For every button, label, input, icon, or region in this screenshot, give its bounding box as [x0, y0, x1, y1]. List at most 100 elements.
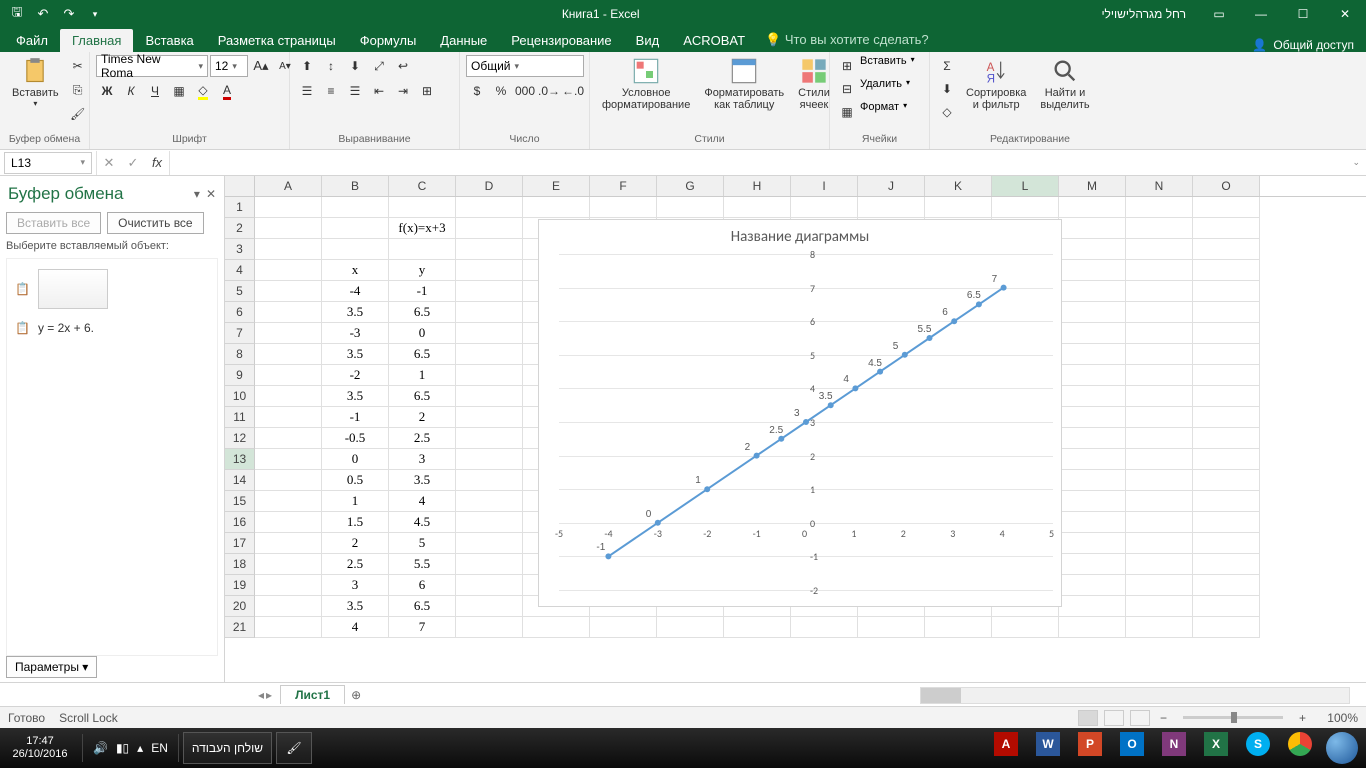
- clear-button[interactable]: ◇: [936, 101, 958, 123]
- cell[interactable]: [255, 596, 322, 617]
- border-button[interactable]: ▦: [168, 80, 190, 102]
- cell[interactable]: 6.5: [389, 596, 456, 617]
- cell[interactable]: [255, 533, 322, 554]
- row-header[interactable]: 14: [225, 470, 255, 491]
- cell[interactable]: [255, 218, 322, 239]
- cell[interactable]: 2.5: [322, 554, 389, 575]
- cell[interactable]: 0: [322, 449, 389, 470]
- cell[interactable]: [1059, 260, 1126, 281]
- cell[interactable]: 0: [389, 323, 456, 344]
- cell[interactable]: f(x)=x+3: [389, 218, 456, 239]
- cut-button[interactable]: ✂: [67, 55, 89, 77]
- cell[interactable]: [1126, 428, 1193, 449]
- cell[interactable]: [1126, 260, 1193, 281]
- redo-icon[interactable]: ↷: [58, 3, 80, 25]
- align-top-button[interactable]: ⬆: [296, 55, 318, 77]
- tab-data[interactable]: Данные: [428, 29, 499, 52]
- conditional-format-button[interactable]: Условное форматирование: [596, 55, 696, 113]
- row-header[interactable]: 11: [225, 407, 255, 428]
- sheet-tab-active[interactable]: Лист1: [280, 685, 345, 704]
- tab-review[interactable]: Рецензирование: [499, 29, 623, 52]
- cell[interactable]: [456, 386, 523, 407]
- align-right-button[interactable]: ☰: [344, 80, 366, 102]
- start-button[interactable]: [1322, 728, 1362, 768]
- cell[interactable]: 0.5: [322, 470, 389, 491]
- cell[interactable]: [255, 575, 322, 596]
- cell[interactable]: [456, 512, 523, 533]
- row-header[interactable]: 9: [225, 365, 255, 386]
- cell[interactable]: [1126, 512, 1193, 533]
- cell[interactable]: [255, 281, 322, 302]
- undo-icon[interactable]: ↶: [32, 3, 54, 25]
- cell[interactable]: [1059, 365, 1126, 386]
- cell[interactable]: [1059, 617, 1126, 638]
- cell[interactable]: [456, 617, 523, 638]
- row-header[interactable]: 19: [225, 575, 255, 596]
- fx-button[interactable]: fx: [145, 151, 169, 175]
- row-header[interactable]: 15: [225, 491, 255, 512]
- column-header[interactable]: D: [456, 176, 523, 196]
- cell[interactable]: [1193, 302, 1260, 323]
- cell[interactable]: [1193, 407, 1260, 428]
- cell[interactable]: -0.5: [322, 428, 389, 449]
- bold-button[interactable]: Ж: [96, 80, 118, 102]
- number-format-combo[interactable]: Общий▾: [466, 55, 584, 77]
- cell[interactable]: [1193, 323, 1260, 344]
- tab-page-layout[interactable]: Разметка страницы: [206, 29, 348, 52]
- paste-all-button[interactable]: Вставить все: [6, 212, 101, 234]
- cell[interactable]: [1193, 575, 1260, 596]
- cell[interactable]: [523, 617, 590, 638]
- column-header[interactable]: N: [1126, 176, 1193, 196]
- tab-view[interactable]: Вид: [624, 29, 672, 52]
- cell[interactable]: 1: [389, 365, 456, 386]
- cell[interactable]: [255, 197, 322, 218]
- format-as-table-button[interactable]: Форматировать как таблицу: [698, 55, 790, 113]
- autosum-button[interactable]: Σ: [936, 55, 958, 77]
- cell[interactable]: [1193, 554, 1260, 575]
- row-header[interactable]: 3: [225, 239, 255, 260]
- cell[interactable]: [255, 407, 322, 428]
- wrap-text-button[interactable]: ↩: [392, 55, 414, 77]
- cell[interactable]: [1059, 197, 1126, 218]
- cell[interactable]: [1193, 197, 1260, 218]
- cell[interactable]: [1126, 596, 1193, 617]
- cell[interactable]: [1193, 596, 1260, 617]
- volume-icon[interactable]: 🔊: [93, 741, 108, 755]
- cell[interactable]: [1059, 386, 1126, 407]
- cell[interactable]: 3.5: [322, 344, 389, 365]
- font-size-combo[interactable]: 12▾: [210, 55, 248, 77]
- view-page-break-button[interactable]: [1130, 710, 1150, 726]
- tab-insert[interactable]: Вставка: [133, 29, 205, 52]
- share-button[interactable]: Общий доступ: [1273, 38, 1354, 52]
- row-header[interactable]: 4: [225, 260, 255, 281]
- format-painter-button[interactable]: 🖌: [67, 103, 89, 125]
- cell[interactable]: [456, 323, 523, 344]
- row-header[interactable]: 13: [225, 449, 255, 470]
- cell[interactable]: [255, 386, 322, 407]
- column-header[interactable]: C: [389, 176, 456, 196]
- chart-title[interactable]: Название диаграммы: [539, 220, 1061, 248]
- row-header[interactable]: 6: [225, 302, 255, 323]
- cell[interactable]: y: [389, 260, 456, 281]
- thousands-button[interactable]: 000: [514, 80, 536, 102]
- cell[interactable]: [456, 533, 523, 554]
- cell[interactable]: [1126, 407, 1193, 428]
- cell[interactable]: [456, 575, 523, 596]
- qat-customize-icon[interactable]: ▾: [84, 3, 106, 25]
- tab-home[interactable]: Главная: [60, 29, 133, 52]
- cell[interactable]: [255, 470, 322, 491]
- cell[interactable]: [389, 197, 456, 218]
- cell[interactable]: 7: [389, 617, 456, 638]
- cell[interactable]: [456, 197, 523, 218]
- cell[interactable]: 3.5: [322, 596, 389, 617]
- cell[interactable]: [255, 323, 322, 344]
- column-header[interactable]: M: [1059, 176, 1126, 196]
- align-middle-button[interactable]: ↕: [320, 55, 342, 77]
- cell[interactable]: 4: [389, 491, 456, 512]
- row-header[interactable]: 21: [225, 617, 255, 638]
- column-header[interactable]: K: [925, 176, 992, 196]
- cell[interactable]: [1193, 491, 1260, 512]
- taskbar-app-onenote[interactable]: N: [1154, 728, 1194, 760]
- horizontal-scrollbar[interactable]: [920, 687, 1350, 704]
- column-header[interactable]: H: [724, 176, 791, 196]
